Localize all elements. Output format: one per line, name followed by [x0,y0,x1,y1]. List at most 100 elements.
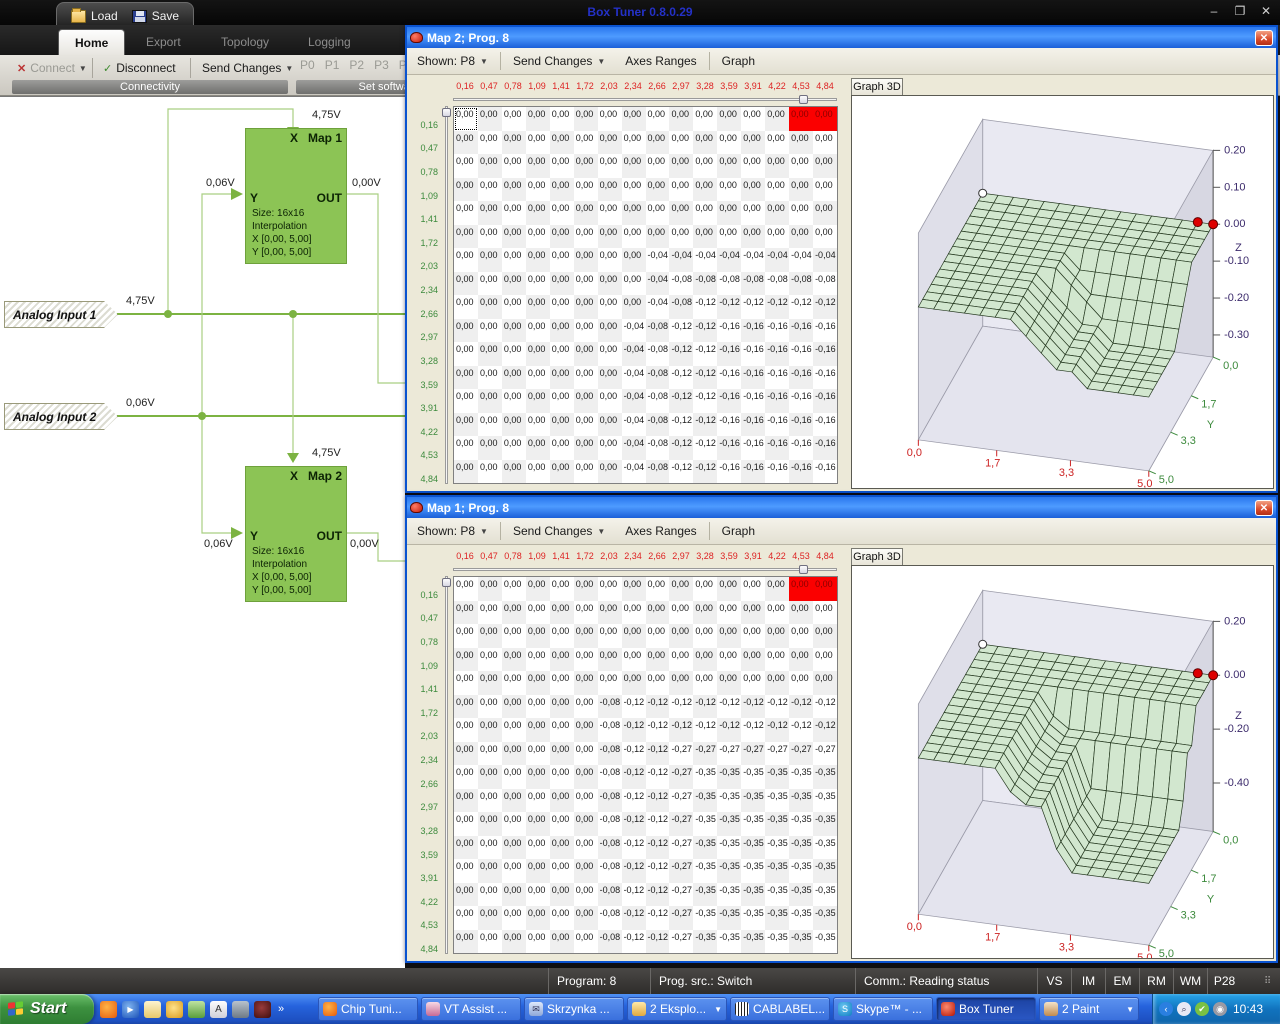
grid-cell[interactable]: -0,35 [789,883,813,907]
grid-cell[interactable]: -0,04 [622,460,646,484]
grid-cell[interactable]: -0,12 [669,319,693,343]
grid-cell[interactable]: -0,35 [741,883,765,907]
grid-cell[interactable]: -0,35 [765,789,789,813]
taskbar-button-cablabel[interactable]: CABLABEL... [730,997,830,1021]
grid-cell[interactable]: 0,00 [789,577,813,601]
maximize-button[interactable]: ❐ [1232,4,1248,18]
grid-cell[interactable]: -0,16 [717,366,741,390]
grid-cell[interactable]: 0,00 [502,342,526,366]
x-axis-header[interactable]: 2,03 [597,81,621,93]
grid-cell[interactable]: -0,12 [789,718,813,742]
grid-cell[interactable]: 0,00 [550,695,574,719]
grid-cell[interactable]: -0,27 [669,930,693,954]
grid-cell[interactable]: 0,00 [813,107,837,131]
analog-input-2-block[interactable]: Analog Input 2 [4,403,118,430]
chevron-down-icon[interactable]: ▼ [714,1005,722,1014]
grid-cell[interactable]: 0,00 [478,624,502,648]
grid-cell[interactable]: -0,16 [765,436,789,460]
grid-cell[interactable]: -0,12 [669,695,693,719]
grid-cell[interactable]: -0,27 [789,742,813,766]
axes-ranges-menu[interactable]: Axes Ranges [615,524,706,538]
grid-cell[interactable]: 0,00 [502,624,526,648]
grid-cell[interactable]: -0,08 [598,789,622,813]
grid-cell[interactable]: 0,00 [526,765,550,789]
child-window-titlebar[interactable]: Map 2; Prog. 8✕ [407,27,1276,48]
grid-cell[interactable]: -0,35 [741,930,765,954]
grid-cell[interactable]: 0,00 [454,812,478,836]
grid-cell[interactable]: -0,35 [813,836,837,860]
x-axis-header[interactable]: 1,72 [573,81,597,93]
grid-cell[interactable]: -0,12 [646,742,670,766]
grid-cell[interactable]: 0,00 [550,366,574,390]
grid-cell[interactable]: 0,00 [693,154,717,178]
axes-ranges-menu[interactable]: Axes Ranges [615,54,706,68]
x-axis-header[interactable]: 2,34 [621,81,645,93]
grid-cell[interactable]: 0,00 [646,154,670,178]
grid-cell[interactable]: 0,00 [622,272,646,296]
grid-cell[interactable]: -0,12 [741,295,765,319]
grid-cell[interactable]: 0,00 [478,272,502,296]
grid-cell[interactable]: 0,00 [550,178,574,202]
grid-cell[interactable]: 0,00 [526,413,550,437]
grid-cell[interactable]: -0,16 [813,342,837,366]
grid-cell[interactable]: 0,00 [669,178,693,202]
grid-cell[interactable]: -0,16 [789,460,813,484]
grid-cell[interactable]: 0,00 [669,201,693,225]
grid-cell[interactable]: 0,00 [526,131,550,155]
grid-cell[interactable]: -0,16 [741,436,765,460]
font-icon[interactable]: A [210,1001,227,1018]
grid-cell[interactable]: -0,35 [693,789,717,813]
grid-cell[interactable]: -0,16 [717,413,741,437]
grid-cell[interactable]: -0,16 [765,460,789,484]
grid-cell[interactable]: -0,35 [813,883,837,907]
shown-dropdown[interactable]: Shown: P8▼ [407,524,498,538]
y-axis-header[interactable]: 1,72 [409,224,440,248]
grid-cell[interactable]: 0,00 [741,107,765,131]
grid-cell[interactable]: 0,00 [454,859,478,883]
grid-cell[interactable]: 0,00 [526,671,550,695]
grid-cell[interactable]: 0,00 [478,836,502,860]
start-button[interactable]: Start [0,994,94,1024]
grid-cell[interactable]: 0,00 [574,601,598,625]
grid-cell[interactable]: 0,00 [765,577,789,601]
x-axis-header[interactable]: 4,84 [813,81,837,93]
grid-cell[interactable]: -0,35 [693,765,717,789]
grid-cell[interactable]: 0,00 [741,601,765,625]
shield-icon[interactable]: ✔ [1195,1002,1209,1016]
grid-cell[interactable]: -0,16 [813,366,837,390]
grid-cell[interactable]: 0,00 [502,436,526,460]
grid-cell[interactable]: 0,00 [550,577,574,601]
grid-cell[interactable]: 0,00 [502,859,526,883]
y-axis-header[interactable]: 1,09 [409,647,440,671]
grid-cell[interactable]: -0,08 [765,272,789,296]
grid-cell[interactable]: 0,00 [550,624,574,648]
grid-cell[interactable]: -0,16 [741,413,765,437]
grid-cell[interactable]: 0,00 [550,648,574,672]
grid-cell[interactable]: -0,35 [717,765,741,789]
grid-cell[interactable]: -0,12 [622,765,646,789]
grid-cell[interactable]: -0,35 [765,906,789,930]
x-axis-header[interactable]: 0,16 [453,81,477,93]
x-axis-header[interactable]: 2,66 [645,81,669,93]
grid-cell[interactable]: 0,00 [526,742,550,766]
grid-cell[interactable]: 0,00 [454,742,478,766]
grid-cell[interactable]: 0,00 [789,601,813,625]
grid-cell[interactable]: 0,00 [478,178,502,202]
grid-cell[interactable]: -0,04 [622,436,646,460]
grid-cell[interactable]: -0,04 [622,366,646,390]
grid-cell[interactable]: 0,00 [502,695,526,719]
grid-cell[interactable]: 0,00 [717,154,741,178]
grid-cell[interactable]: 0,00 [454,624,478,648]
grid-cell[interactable]: 0,00 [478,225,502,249]
close-button[interactable]: ✕ [1258,4,1274,18]
grid-cell[interactable]: 0,00 [574,389,598,413]
grid-cell[interactable]: 0,00 [574,648,598,672]
close-icon[interactable]: ✕ [1255,30,1273,46]
grid-cell[interactable]: 0,00 [454,789,478,813]
grid-cell[interactable]: 0,00 [550,319,574,343]
grid-cell[interactable]: 0,00 [765,624,789,648]
grid-cell[interactable]: 0,00 [478,859,502,883]
grid-cell[interactable]: 0,00 [741,624,765,648]
y-axis-header[interactable]: 0,78 [409,623,440,647]
grid-cell[interactable]: -0,16 [765,413,789,437]
